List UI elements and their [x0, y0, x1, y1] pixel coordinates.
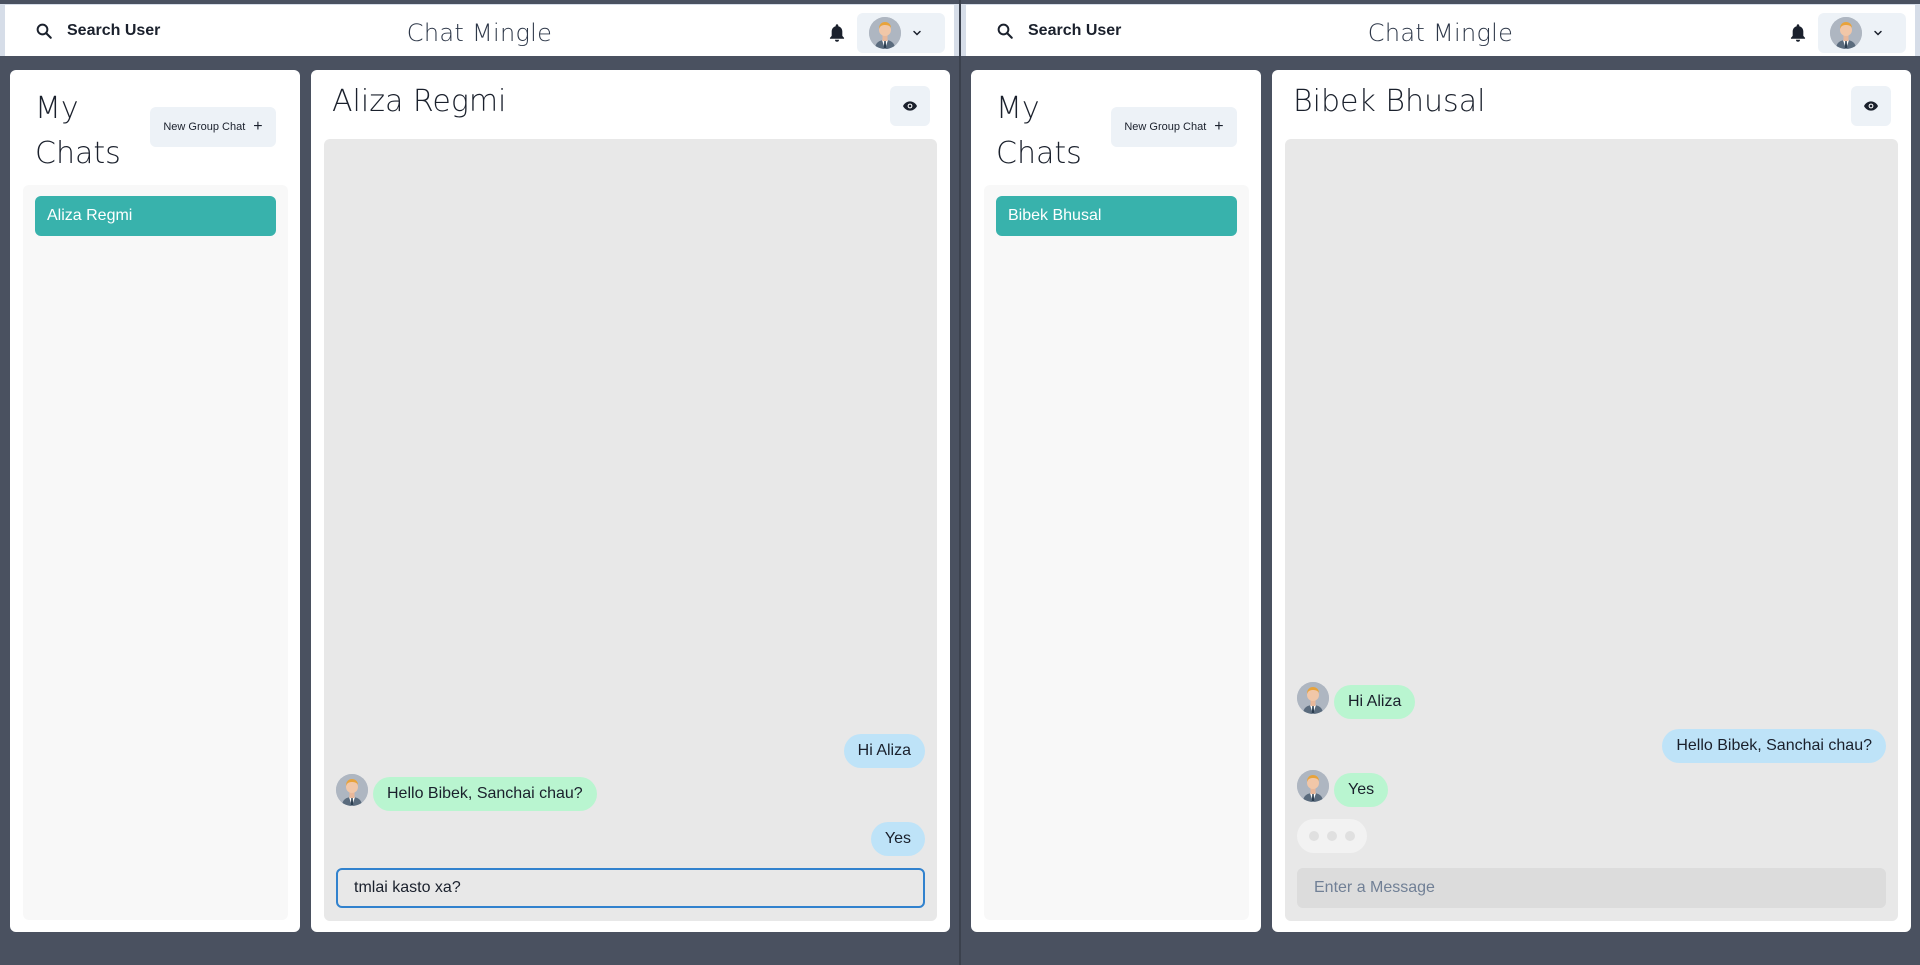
search-user-label: Search User [1028, 22, 1122, 39]
eye-icon [903, 101, 917, 111]
top-bar: Search User Chat Mingle [961, 4, 1920, 56]
search-user-button[interactable]: Search User [23, 13, 172, 49]
search-user-label: Search User [67, 22, 161, 39]
message-input[interactable] [1297, 868, 1886, 908]
message-bubble-received: Yes [1334, 773, 1389, 807]
user-menu-button[interactable] [1818, 13, 1906, 53]
my-chats-title: My Chats [996, 91, 1082, 171]
chevron-down-icon [913, 30, 921, 36]
avatar [1830, 17, 1862, 49]
message-bubble-received: Hello Bibek, Sanchai chau? [373, 777, 597, 811]
new-group-chat-button[interactable]: New Group Chat + [150, 107, 276, 147]
new-group-chat-label: New Group Chat [163, 121, 246, 133]
avatar [1297, 682, 1329, 714]
message-bubble-sent: Hello Bibek, Sanchai chau? [1662, 729, 1886, 763]
message-area: Hi Aliza Hello Bibek, Sanchai chau? Yes [324, 139, 937, 921]
my-chats-panel: My Chats New Group Chat + Aliza Regmi [10, 70, 300, 932]
my-chats-panel: My Chats New Group Chat + Bibek Bhusal [971, 70, 1261, 932]
plus-icon: + [1214, 118, 1224, 135]
new-group-chat-label: New Group Chat [1124, 121, 1207, 133]
typing-indicator [1297, 819, 1367, 853]
bell-icon[interactable] [1787, 22, 1809, 44]
message-area: Hi Aliza Hello Bibek, Sanchai chau? Yes [1285, 139, 1898, 921]
search-user-button[interactable]: Search User [984, 13, 1133, 49]
view-profile-button[interactable] [1851, 86, 1891, 126]
left-window: Search User Chat Mingle My Chats New Gro… [0, 0, 959, 965]
conversation-panel: Aliza Regmi Hi Aliza Hello Bibek, Sancha… [311, 70, 950, 932]
conversation-title: Bibek Bhusal [1293, 84, 1486, 119]
chat-list: Aliza Regmi [23, 185, 288, 920]
top-bar: Search User Chat Mingle [0, 4, 959, 56]
search-icon [997, 23, 1013, 39]
message-bubble-received: Hi Aliza [1334, 685, 1416, 719]
message-bubble-sent: Yes [870, 822, 925, 856]
view-profile-button[interactable] [890, 86, 930, 126]
avatar [336, 774, 368, 806]
my-chats-title: My Chats [35, 91, 121, 171]
chat-list-item[interactable]: Bibek Bhusal [996, 196, 1237, 236]
avatar [869, 17, 901, 49]
bell-icon[interactable] [826, 22, 848, 44]
chat-list-item[interactable]: Aliza Regmi [35, 196, 276, 236]
conversation-title: Aliza Regmi [332, 84, 507, 119]
search-icon [36, 23, 52, 39]
avatar [1297, 770, 1329, 802]
chevron-down-icon [1874, 30, 1882, 36]
user-menu-button[interactable] [857, 13, 945, 53]
plus-icon: + [253, 118, 263, 135]
message-input[interactable] [336, 868, 925, 908]
right-window: Search User Chat Mingle My Chats New Gro… [961, 0, 1920, 965]
message-bubble-sent: Hi Aliza [843, 734, 925, 768]
chat-list: Bibek Bhusal [984, 185, 1249, 920]
eye-icon [1864, 101, 1878, 111]
conversation-panel: Bibek Bhusal Hi Aliza Hello Bibek, Sanch… [1272, 70, 1911, 932]
new-group-chat-button[interactable]: New Group Chat + [1111, 107, 1237, 147]
